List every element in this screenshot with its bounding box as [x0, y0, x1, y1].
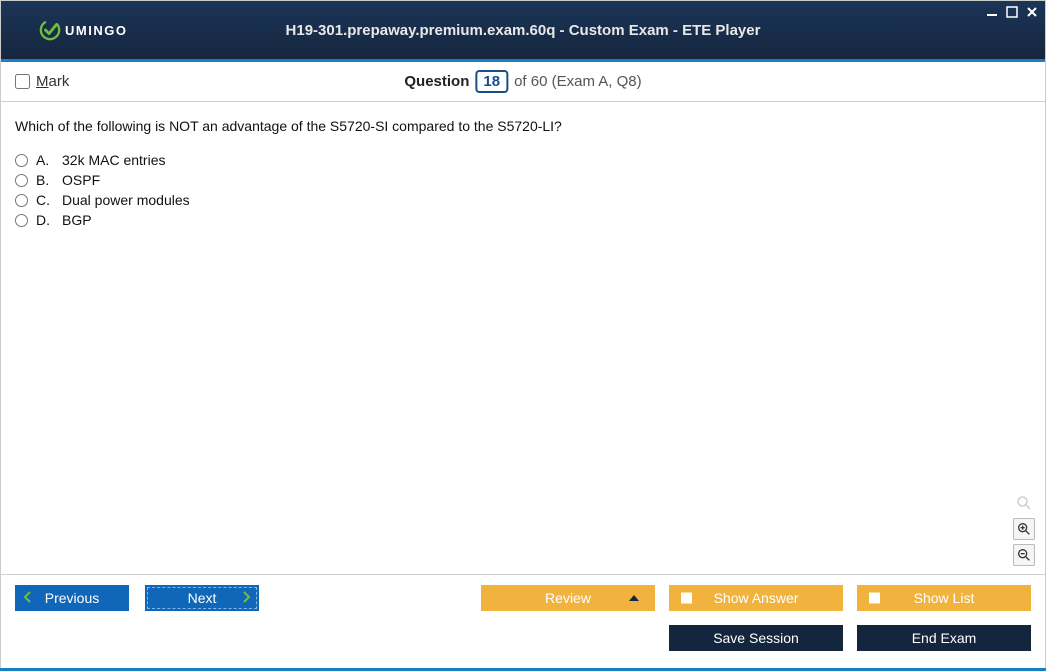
end-exam-label: End Exam: [912, 630, 977, 646]
option-text: 32k MAC entries: [62, 152, 165, 168]
option-letter: A.: [36, 152, 54, 168]
option-radio[interactable]: [15, 194, 28, 207]
option-letter: B.: [36, 172, 54, 188]
next-button[interactable]: Next: [145, 585, 259, 611]
brand-logo: UMINGO: [39, 19, 127, 41]
next-label: Next: [188, 590, 217, 606]
zoom-controls: [1013, 492, 1035, 566]
search-icon[interactable]: [1013, 492, 1035, 514]
chevron-left-icon: [23, 590, 33, 606]
option-radio[interactable]: [15, 214, 28, 227]
review-button[interactable]: Review: [481, 585, 655, 611]
question-word: Question: [404, 73, 469, 90]
option-text: OSPF: [62, 172, 100, 188]
show-list-label: Show List: [914, 590, 975, 606]
option-b[interactable]: B. OSPF: [15, 172, 1031, 188]
chevron-right-icon: [241, 590, 251, 606]
square-icon: [869, 593, 880, 604]
close-button[interactable]: [1025, 5, 1039, 19]
review-label: Review: [545, 590, 591, 606]
question-content: Which of the following is NOT an advanta…: [1, 102, 1045, 575]
option-c[interactable]: C. Dual power modules: [15, 192, 1031, 208]
option-a[interactable]: A. 32k MAC entries: [15, 152, 1031, 168]
previous-label: Previous: [45, 590, 99, 606]
option-text: Dual power modules: [62, 192, 190, 208]
title-bar: UMINGO H19-301.prepaway.premium.exam.60q…: [1, 1, 1045, 59]
save-session-label: Save Session: [713, 630, 799, 646]
option-radio[interactable]: [15, 174, 28, 187]
options-list: A. 32k MAC entries B. OSPF C. Dual power…: [15, 152, 1031, 228]
square-icon: [681, 593, 692, 604]
maximize-button[interactable]: [1005, 5, 1019, 19]
option-radio[interactable]: [15, 154, 28, 167]
footer: Previous Next Review Show Answer: [1, 575, 1045, 670]
footer-row-2: Save Session End Exam: [15, 625, 1031, 651]
option-letter: D.: [36, 212, 54, 228]
question-counter: Question 18 of 60 (Exam A, Q8): [404, 70, 641, 93]
zoom-in-button[interactable]: [1013, 518, 1035, 540]
minimize-button[interactable]: [985, 5, 999, 19]
window-controls: [985, 5, 1039, 19]
current-question-number: 18: [475, 70, 508, 93]
question-header: Mark Question 18 of 60 (Exam A, Q8): [1, 62, 1045, 102]
option-text: BGP: [62, 212, 92, 228]
mark-label: Mark: [36, 73, 69, 90]
zoom-out-button[interactable]: [1013, 544, 1035, 566]
end-exam-button[interactable]: End Exam: [857, 625, 1031, 651]
save-session-button[interactable]: Save Session: [669, 625, 843, 651]
logo-check-icon: [39, 19, 61, 41]
show-list-button[interactable]: Show List: [857, 585, 1031, 611]
previous-button[interactable]: Previous: [15, 585, 129, 611]
option-d[interactable]: D. BGP: [15, 212, 1031, 228]
brand-name: UMINGO: [65, 23, 127, 38]
mark-checkbox[interactable]: Mark: [15, 73, 69, 90]
show-answer-label: Show Answer: [714, 590, 799, 606]
mark-checkbox-input[interactable]: [15, 74, 30, 89]
footer-row-1: Previous Next Review Show Answer: [15, 585, 1031, 611]
window-title: H19-301.prepaway.premium.exam.60q - Cust…: [286, 22, 761, 39]
app-window: UMINGO H19-301.prepaway.premium.exam.60q…: [0, 0, 1046, 671]
show-answer-button[interactable]: Show Answer: [669, 585, 843, 611]
option-letter: C.: [36, 192, 54, 208]
question-total: of 60 (Exam A, Q8): [514, 73, 642, 90]
question-text: Which of the following is NOT an advanta…: [15, 118, 1031, 134]
triangle-up-icon: [629, 595, 639, 601]
